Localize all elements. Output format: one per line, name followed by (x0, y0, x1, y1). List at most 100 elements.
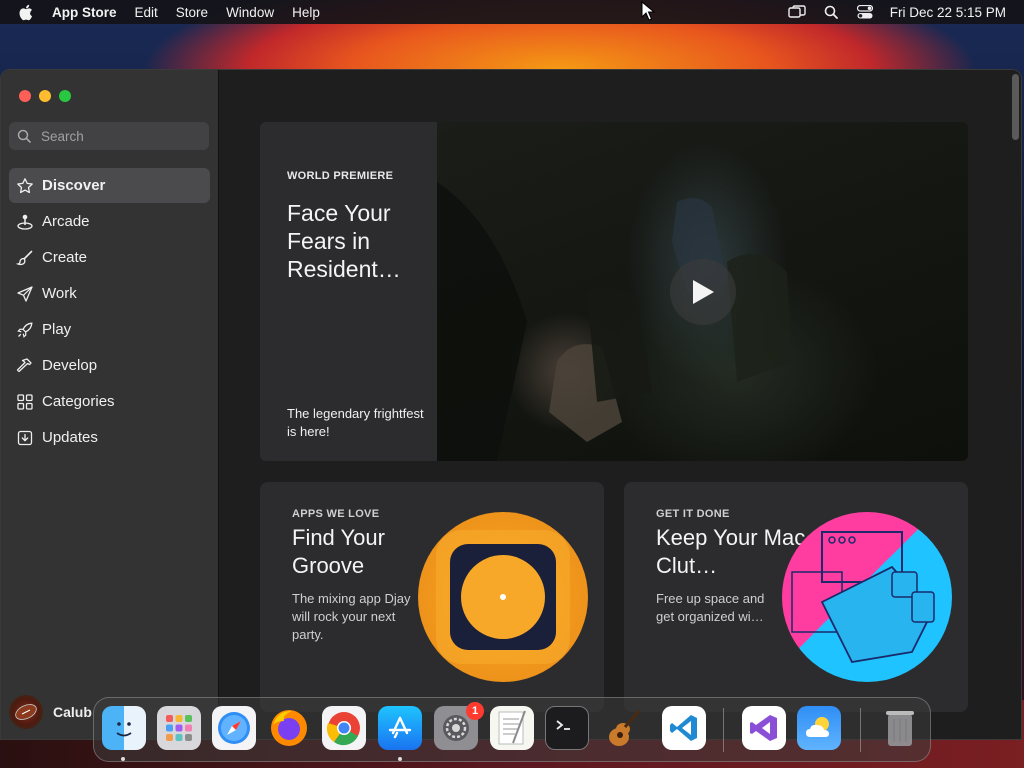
close-window-button[interactable] (19, 90, 31, 102)
vscode-icon (670, 715, 697, 741)
dock-system-settings[interactable]: 1 (434, 702, 484, 750)
menubar-datetime[interactable]: Fri Dec 22 5:15 PM (890, 5, 1006, 20)
window-controls (19, 90, 71, 102)
hero-subtitle: The legendary frightfest is here! (287, 406, 424, 439)
sidebar-item-label: Create (42, 249, 88, 266)
search-field[interactable] (9, 122, 209, 150)
sidebar-item-play[interactable]: Play (9, 312, 210, 347)
hero-video[interactable] (437, 122, 968, 461)
card-subtitle: The mixing app Djay will rock your next … (292, 591, 411, 642)
sidebar-item-create[interactable]: Create (9, 240, 210, 275)
dock-running-indicator (398, 757, 402, 761)
sidebar-item-label: Categories (42, 393, 115, 410)
control-center-icon[interactable] (856, 4, 874, 20)
dock-vscode[interactable] (662, 706, 706, 750)
sidebar-item-label: Arcade (42, 213, 90, 230)
avatar (9, 695, 43, 729)
hammer-icon (16, 357, 34, 375)
textedit-icon (498, 710, 526, 745)
dock-firefox[interactable] (267, 706, 311, 750)
sidebar-item-label: Updates (42, 429, 98, 446)
guitar-icon (609, 710, 641, 746)
sidebar-item-label: Play (42, 321, 72, 338)
user-name: Calub (53, 704, 92, 720)
cleaner-app-art (782, 512, 952, 682)
trash-icon (886, 711, 914, 746)
apple-menu-icon[interactable] (18, 4, 36, 20)
dock-app-store[interactable] (378, 706, 422, 750)
search-icon (17, 128, 33, 144)
joystick-icon (16, 213, 34, 231)
dock-finder[interactable] (102, 706, 146, 750)
paperplane-icon (16, 285, 34, 303)
weather-icon (806, 717, 829, 737)
hero-title: Face Your Fears in Resident… (287, 200, 401, 282)
djay-app-art (418, 512, 588, 682)
sidebar-item-develop[interactable]: Develop (9, 348, 210, 383)
feature-card-djay[interactable]: APPS WE LOVE Find Your Groove The mixing… (260, 482, 604, 712)
sidebar-item-label: Discover (42, 177, 106, 194)
firefox-icon (271, 710, 307, 746)
grid-icon (16, 393, 34, 411)
menu-help[interactable]: Help (292, 5, 320, 20)
user-account[interactable]: Calub (9, 695, 92, 729)
dock: 1 (93, 697, 931, 762)
main-content: WORLD PREMIERE Face Your Fears in Reside… (220, 70, 1021, 739)
dock-running-indicator (121, 757, 125, 761)
sidebar-item-work[interactable]: Work (9, 276, 210, 311)
rocket-icon (16, 321, 34, 339)
app-store-icon (388, 716, 412, 739)
scrollbar[interactable] (1012, 74, 1019, 140)
dock-chrome[interactable] (322, 706, 366, 750)
dock-terminal[interactable] (545, 706, 589, 750)
card-title: Keep Your Mac Clut… (656, 525, 806, 578)
zoom-window-button[interactable] (59, 90, 71, 102)
hero-text: WORLD PREMIERE Face Your Fears in Reside… (287, 122, 437, 461)
finder-icon (116, 722, 132, 737)
dock-separator (723, 708, 724, 752)
search-input[interactable] (41, 128, 201, 144)
feature-card-cleaner[interactable]: GET IT DONE Keep Your Mac Clut… Free up … (624, 482, 968, 712)
mouse-cursor-icon (641, 1, 655, 21)
menu-window[interactable]: Window (226, 5, 274, 20)
dock-separator (860, 708, 861, 752)
dock-safari[interactable] (212, 706, 256, 750)
star-icon (16, 177, 34, 195)
card-eyebrow: GET IT DONE (656, 508, 730, 520)
sidebar-item-updates[interactable]: Updates (9, 420, 210, 455)
menu-app-name[interactable]: App Store (52, 5, 117, 20)
card-title: Find Your Groove (292, 525, 385, 578)
terminal-icon (556, 720, 570, 730)
football-icon (15, 704, 37, 720)
card-subtitle: Free up space and get organized wi… (656, 591, 765, 624)
menu-store[interactable]: Store (176, 5, 208, 20)
sidebar-item-label: Develop (42, 357, 98, 374)
app-store-window: Discover Arcade Create Work (0, 69, 1022, 740)
dock-garageband[interactable] (601, 706, 645, 750)
dock-textedit[interactable] (490, 706, 534, 750)
safari-icon (218, 712, 250, 744)
brush-icon (16, 249, 34, 267)
play-button[interactable] (670, 259, 736, 325)
visual-studio-icon (750, 715, 777, 741)
play-icon (693, 280, 714, 304)
menu-edit[interactable]: Edit (135, 5, 158, 20)
screen-mirroring-icon[interactable] (788, 4, 806, 20)
sidebar-item-categories[interactable]: Categories (9, 384, 210, 419)
hero-card[interactable]: WORLD PREMIERE Face Your Fears in Reside… (260, 122, 968, 461)
sidebar-item-arcade[interactable]: Arcade (9, 204, 210, 239)
dock-weather[interactable] (797, 706, 841, 750)
dock-trash[interactable] (878, 706, 922, 750)
sidebar: Discover Arcade Create Work (1, 70, 219, 739)
launchpad-icon (166, 715, 192, 741)
sidebar-nav: Discover Arcade Create Work Play Develop… (9, 168, 210, 456)
dock-visual-studio[interactable] (742, 706, 786, 750)
minimize-window-button[interactable] (39, 90, 51, 102)
spotlight-search-icon[interactable] (822, 4, 840, 20)
chrome-icon (326, 712, 360, 746)
sidebar-item-discover[interactable]: Discover (9, 168, 210, 203)
download-icon (16, 429, 34, 447)
card-eyebrow: APPS WE LOVE (292, 508, 380, 520)
menu-bar: App Store Edit Store Window Help Fri Dec… (0, 0, 1024, 24)
dock-launchpad[interactable] (157, 706, 201, 750)
